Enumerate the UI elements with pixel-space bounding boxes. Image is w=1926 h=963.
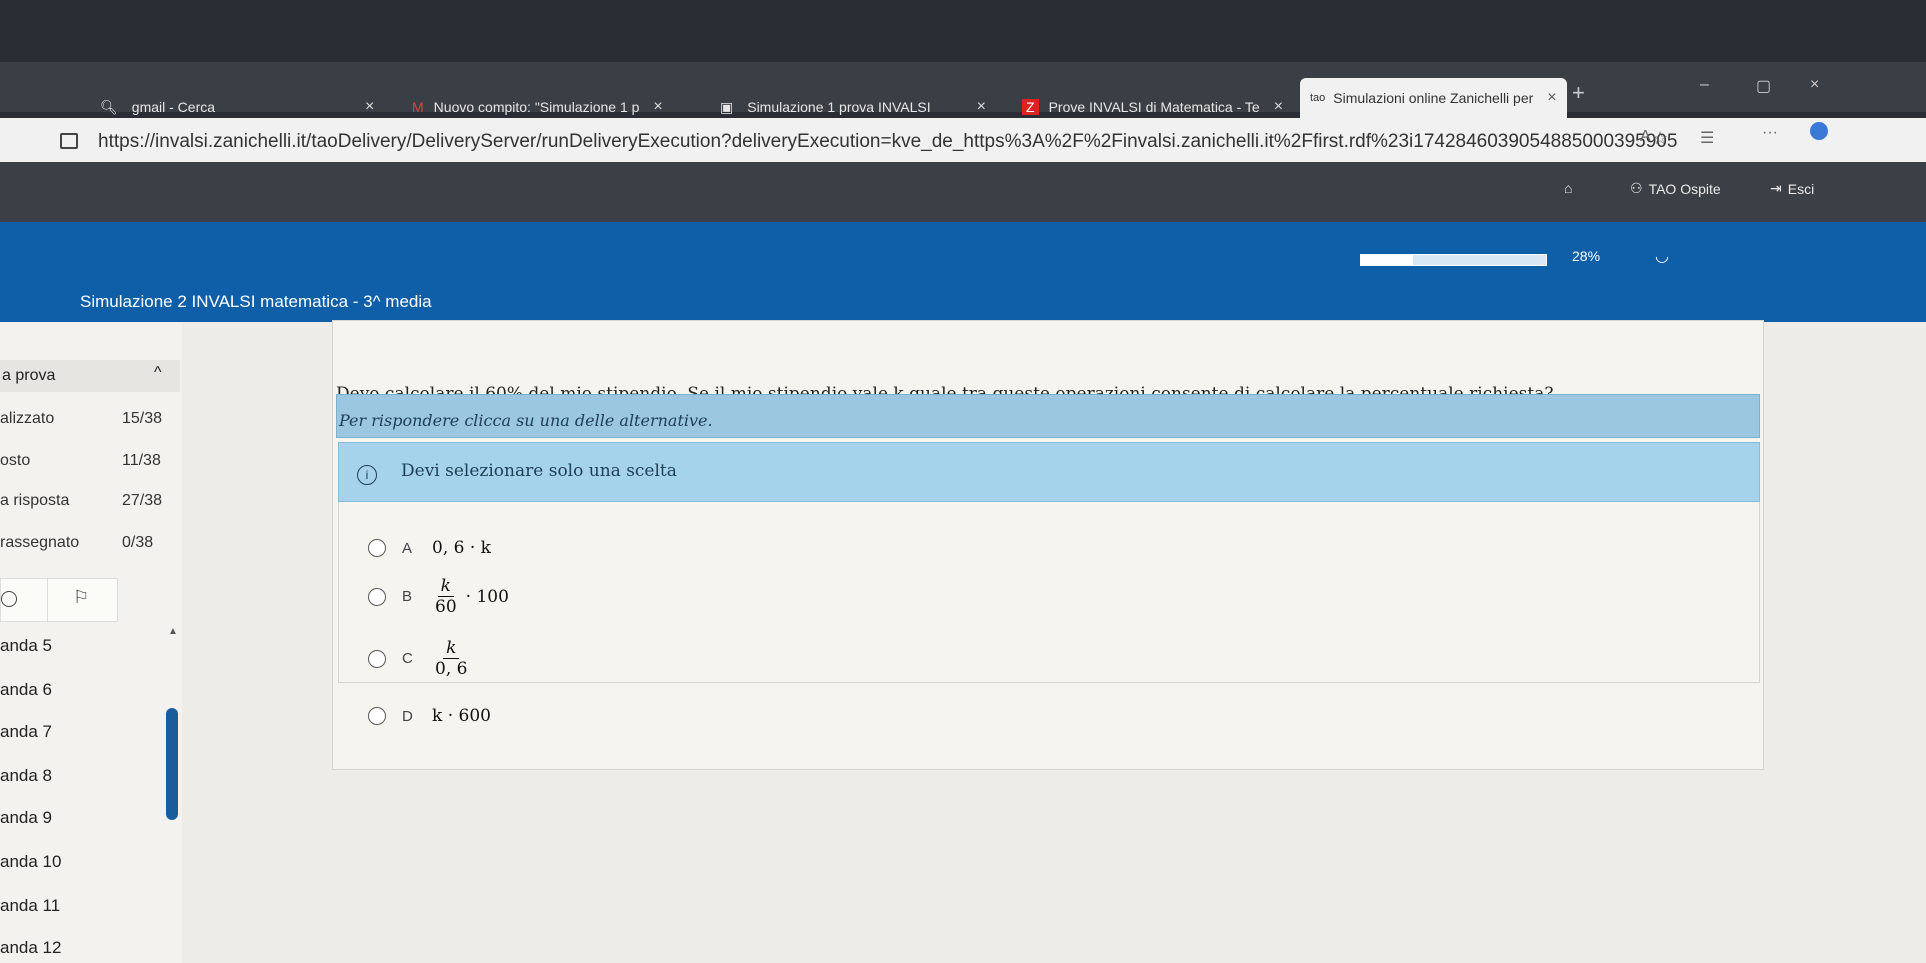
url-field[interactable]: https://invalsi.zanichelli.it/taoDeliver…	[98, 131, 1677, 153]
instruction-box: Per rispondere clicca su una delle alter…	[336, 394, 1760, 438]
fraction: k 0, 6	[432, 638, 470, 679]
stat-value: 0/38	[122, 534, 154, 551]
radio-button[interactable]	[368, 649, 386, 668]
sidebar-item[interactable]: anda 11	[0, 896, 60, 916]
stat-value: 27/38	[122, 492, 163, 509]
gmail-icon: M	[412, 99, 424, 115]
window-close-icon[interactable]: ×	[1810, 76, 1819, 94]
choice-expression: k 0, 6	[432, 638, 476, 679]
sidebar-item[interactable]: anda 7	[0, 722, 52, 742]
home-button[interactable]: ⌂	[1564, 180, 1572, 196]
tab-simulazioni-zanichelli[interactable]: tao Simulazioni online Zanichelli per ×	[1300, 78, 1567, 118]
stat-value: 11/38	[122, 452, 161, 469]
minimize-icon[interactable]: –	[1700, 76, 1709, 94]
choice-letter: C	[402, 650, 413, 667]
sidebar-item[interactable]: anda 10	[0, 852, 61, 872]
sidebar-scrollbar[interactable]	[166, 708, 178, 820]
sidebar-item[interactable]: anda 6	[0, 680, 52, 700]
fraction-denominator: 0, 6	[435, 659, 468, 679]
choice-expression: 0, 6 · k	[432, 538, 491, 558]
review-header[interactable]: a prova ^	[0, 360, 180, 392]
close-icon[interactable]: ×	[653, 98, 662, 116]
choice-letter: B	[402, 588, 413, 605]
progress-fill	[1361, 255, 1413, 265]
close-icon[interactable]: ×	[977, 98, 986, 116]
stat-label: osto	[0, 452, 31, 469]
exit-icon: ⇥	[1770, 180, 1782, 196]
exit-button[interactable]: ⇥ Esci	[1770, 180, 1814, 197]
choices-box	[338, 502, 1760, 683]
close-icon[interactable]: ×	[1274, 98, 1283, 116]
favorites-icon[interactable]: ☰	[1700, 128, 1714, 148]
chevron-up-icon: ^	[154, 364, 162, 381]
filter-all-icon[interactable]	[1, 591, 17, 607]
more-icon[interactable]: ···	[1762, 124, 1778, 142]
fraction-denominator: 60	[435, 597, 457, 617]
scroll-up-icon[interactable]: ▲	[168, 626, 178, 637]
new-tab-icon[interactable]: +	[1572, 80, 1585, 106]
stat-label: alizzato	[0, 410, 55, 427]
radio-button[interactable]	[368, 587, 386, 606]
fraction-numerator: k	[437, 576, 454, 597]
instruction-text: Per rispondere clicca su una delle alter…	[339, 411, 713, 430]
tao-icon: tao	[1310, 92, 1326, 104]
review-title: a prova	[2, 367, 56, 384]
user-button[interactable]: ⚇ TAO Ospite	[1630, 180, 1721, 197]
stat-value: 15/38	[122, 410, 163, 427]
classroom-icon: ▣	[720, 98, 734, 115]
review-filter-bar: ⚐	[0, 578, 118, 622]
home-icon: ⌂	[1564, 180, 1573, 196]
test-title: Simulazione 2 INVALSI matematica - 3^ me…	[80, 292, 432, 311]
maximize-icon[interactable]: ▢	[1756, 76, 1771, 96]
info-icon: i	[357, 465, 377, 485]
font-size-icon[interactable]: A	[1640, 128, 1651, 146]
stat-label: a risposta	[0, 492, 70, 509]
choice-b[interactable]: B k 60 · 100	[368, 576, 509, 617]
sidebar-item[interactable]: anda 9	[0, 808, 52, 828]
choice-expression: k 60 · 100	[432, 576, 509, 617]
choice-letter: A	[402, 539, 413, 557]
sidebar-item[interactable]: anda 8	[0, 766, 52, 786]
radio-button[interactable]	[368, 707, 386, 725]
progress-label: 28%	[1572, 248, 1601, 264]
info-box: i Devi selezionare solo una scelta	[338, 442, 1760, 502]
sidebar-item[interactable]: anda 12	[0, 938, 61, 958]
user-icon: ⚇	[1630, 180, 1643, 196]
choice-letter: D	[402, 707, 413, 725]
close-icon[interactable]: ×	[365, 98, 374, 116]
fraction-numerator: k	[443, 638, 460, 659]
radio-button[interactable]	[368, 539, 386, 557]
choice-a[interactable]: A 0, 6 · k	[368, 538, 491, 558]
info-text: Devi selezionare solo una scelta	[401, 461, 677, 481]
expression-tail: · 100	[465, 586, 509, 607]
stat-label: rassegnato	[0, 534, 80, 551]
close-icon[interactable]: ×	[1547, 89, 1556, 107]
lock-icon	[60, 133, 78, 149]
connection-icon: ◡	[1655, 248, 1669, 265]
choice-d[interactable]: D k · 600	[368, 706, 491, 726]
flag-icon[interactable]: ⚐	[73, 587, 89, 608]
search-icon: 🔍︎	[100, 98, 118, 115]
favorite-star-icon[interactable]: ☆	[1652, 128, 1668, 149]
progress-bar	[1360, 254, 1547, 266]
choice-expression: k · 600	[432, 706, 491, 726]
choice-c[interactable]: C k 0, 6	[368, 638, 476, 679]
sidebar-item[interactable]: anda 5	[0, 636, 52, 656]
fraction: k 60	[432, 576, 460, 617]
zanichelli-icon: Z	[1022, 99, 1039, 115]
profile-icon[interactable]	[1810, 122, 1828, 140]
